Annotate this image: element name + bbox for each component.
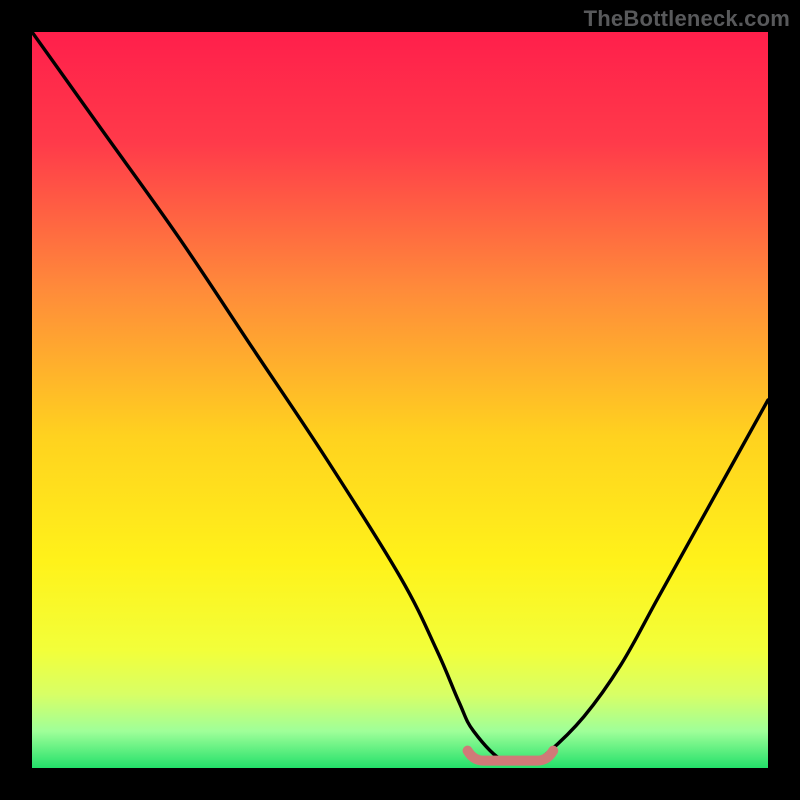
line-chart <box>32 32 768 768</box>
plot-area <box>32 32 768 768</box>
outer-black-frame: TheBottleneck.com <box>0 0 800 800</box>
attribution-text: TheBottleneck.com <box>584 6 790 32</box>
valley-marker <box>468 751 554 761</box>
data-curve <box>32 32 768 763</box>
